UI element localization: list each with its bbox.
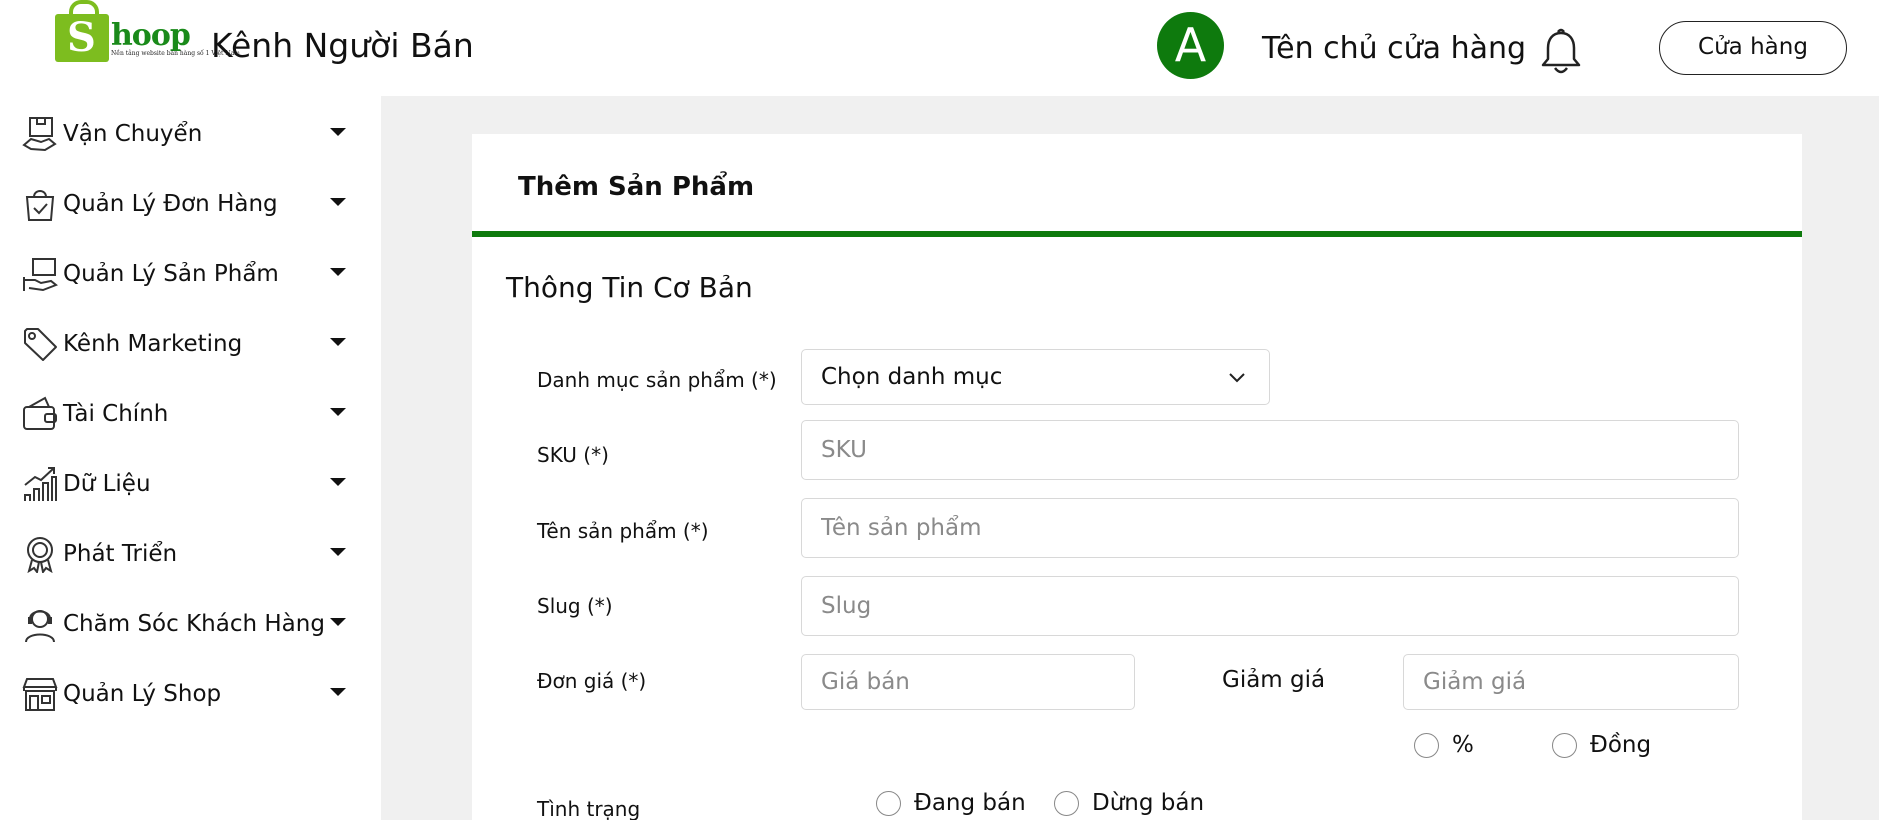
shoop-logo[interactable]: S hoop Nền tảng website bán hàng số 1 Vi… [55,0,240,66]
discount-percent-radio[interactable]: % [1414,732,1474,758]
sidebar-item-shop-management[interactable]: Quản Lý Shop [20,672,360,716]
caret-down-icon[interactable] [330,198,346,206]
status-selling-radio[interactable]: Đang bán [876,790,1026,816]
sidebar-item-products[interactable]: Quản Lý Sản Phẩm [20,252,360,296]
radio-label: Đang bán [914,790,1026,816]
shopping-bag-icon [20,184,60,224]
sidebar: Vận Chuyển Quản Lý Đơn Hàng Quản Lý Sản … [0,96,381,820]
radio-circle[interactable] [1414,732,1439,758]
award-badge-icon [20,534,60,574]
sku-label: SKU (*) [537,443,609,467]
discount-currency-radio[interactable]: Đồng [1552,732,1651,758]
add-product-card: Thêm Sản Phẩm Thông Tin Cơ Bản Danh mục … [472,134,1802,820]
logo-letter: S [67,14,96,61]
growth-chart-icon [20,464,60,504]
customer-support-icon [20,604,60,644]
slug-label: Slug (*) [537,594,613,618]
status-label: Tình trạng [537,797,641,820]
slug-input[interactable] [801,576,1739,636]
category-select-value: Chọn danh mục [821,364,1003,390]
radio-circle[interactable] [1552,732,1577,758]
sidebar-item-label: Phát Triển [63,541,178,567]
wallet-icon [20,394,60,434]
radio-circle[interactable] [1054,790,1079,816]
sidebar-item-customer-care[interactable]: Chăm Sóc Khách Hàng [20,602,360,646]
price-label: Đơn giá (*) [537,669,647,693]
sidebar-item-label: Quản Lý Shop [63,681,222,707]
sidebar-item-label: Dữ Liệu [63,471,151,497]
price-input[interactable] [801,654,1135,710]
product-name-input[interactable] [801,498,1739,558]
status-stopped-radio[interactable]: Dừng bán [1054,790,1204,816]
category-label: Danh mục sản phẩm (*) [537,368,777,392]
sidebar-item-label: Tài Chính [63,401,169,427]
sidebar-item-label: Quản Lý Sản Phẩm [63,261,279,287]
sidebar-item-orders[interactable]: Quản Lý Đơn Hàng [20,182,360,226]
radio-circle[interactable] [876,790,901,816]
caret-down-icon[interactable] [330,688,346,696]
caret-down-icon[interactable] [330,618,346,626]
radio-label: Dừng bán [1092,790,1205,816]
avatar[interactable]: A [1157,12,1224,79]
discount-label: Giảm giá [1222,667,1326,693]
caret-down-icon[interactable] [330,548,346,556]
caret-down-icon[interactable] [330,128,346,136]
seller-channel-title: Kênh Người Bán [211,26,474,65]
category-select[interactable]: Chọn danh mục [801,349,1270,405]
delivery-box-icon [20,114,60,154]
caret-down-icon[interactable] [330,268,346,276]
caret-down-icon[interactable] [330,338,346,346]
caret-down-icon[interactable] [330,478,346,486]
title-divider [472,231,1802,237]
chevron-down-icon [1229,373,1245,383]
sidebar-item-label: Chăm Sóc Khách Hàng [63,611,325,637]
store-button[interactable]: Cửa hàng [1659,21,1847,75]
caret-down-icon[interactable] [330,408,346,416]
product-name-label: Tên sản phẩm (*) [537,519,709,543]
discount-input[interactable] [1403,654,1739,710]
sidebar-item-label: Kênh Marketing [63,331,243,357]
top-header: S hoop Nền tảng website bán hàng số 1 Vi… [0,0,1879,96]
sidebar-item-finance[interactable]: Tài Chính [20,392,360,436]
shop-owner-name[interactable]: Tên chủ cửa hàng [1262,31,1526,66]
radio-label: % [1452,732,1474,758]
sidebar-item-label: Vận Chuyển [63,121,203,147]
sidebar-item-marketing[interactable]: Kênh Marketing [20,322,360,366]
price-tag-icon [20,324,60,364]
sidebar-item-data[interactable]: Dữ Liệu [20,462,360,506]
section-title: Thông Tin Cơ Bản [506,271,753,304]
sidebar-item-label: Quản Lý Đơn Hàng [63,191,278,217]
sidebar-item-shipping[interactable]: Vận Chuyển [20,112,360,156]
radio-label: Đồng [1590,732,1652,758]
sidebar-item-growth[interactable]: Phát Triển [20,532,360,576]
storefront-icon [20,674,60,714]
page-title: Thêm Sản Phẩm [518,172,755,202]
logo-word: hoop [111,18,191,53]
notification-bell-icon[interactable] [1540,28,1582,76]
product-hand-icon [20,254,60,294]
sku-input[interactable] [801,420,1739,480]
